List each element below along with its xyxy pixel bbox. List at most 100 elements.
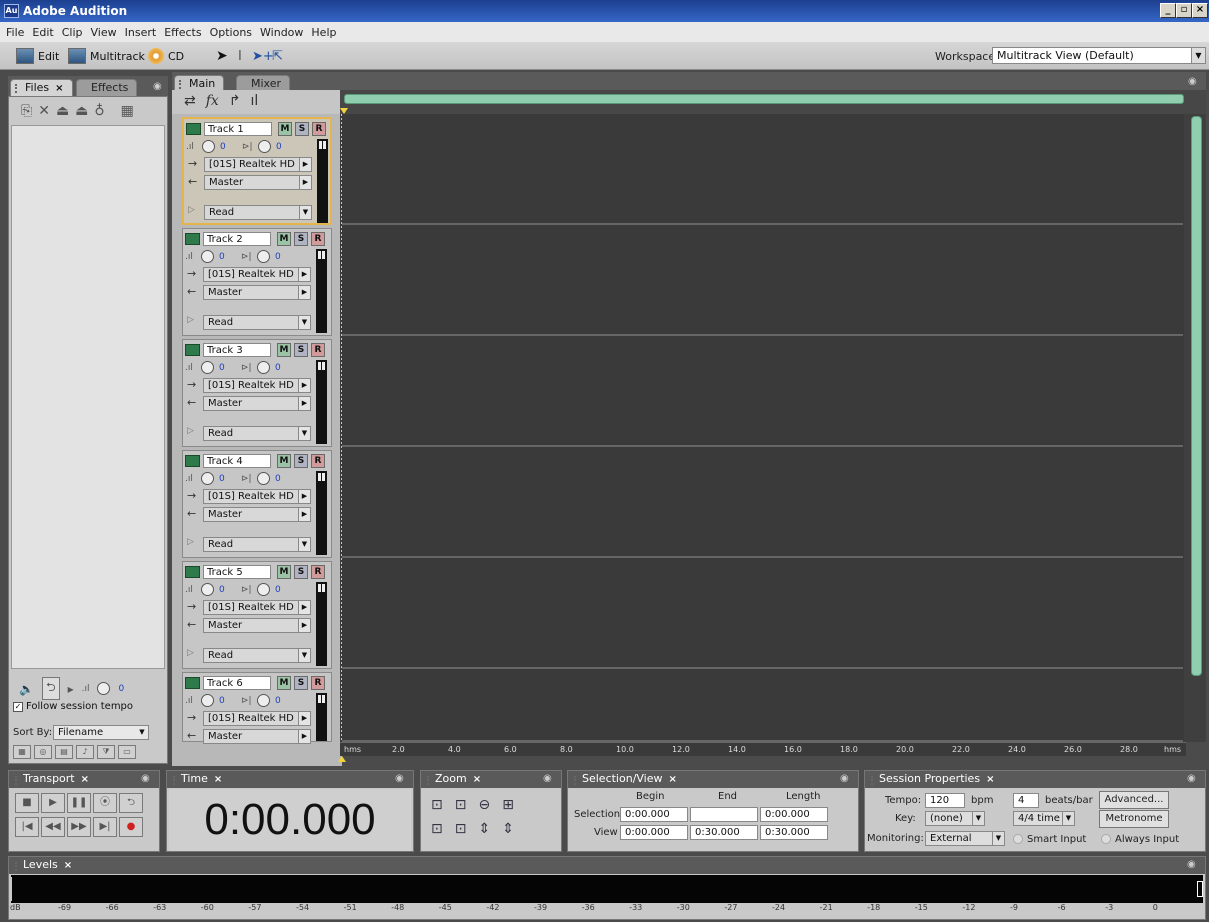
speaker-icon[interactable]: 🔈 [19,682,34,696]
pan-value[interactable]: 0 [276,142,282,152]
timeline-ruler[interactable]: hms hms 2.0 4.0 6.0 8.0 10.0 12.0 14.0 16.0 18.0… [340,742,1186,756]
volume-knob[interactable] [201,361,214,374]
time-selection-tool-button[interactable]: I [238,46,242,66]
menu-clip[interactable]: Clip [62,26,83,39]
record-arm-button[interactable]: R [311,343,325,357]
file-list[interactable] [11,125,165,669]
edit-file-icon[interactable]: ♁ [94,103,104,119]
track-lane[interactable] [342,339,1183,447]
close-icon[interactable]: × [81,774,89,785]
solo-button[interactable]: S [294,232,308,246]
panel-menu-icon[interactable]: ◉ [141,773,150,784]
tab-session-properties[interactable]: Session Properties × [867,772,994,788]
panel-menu-icon[interactable]: ◉ [153,81,162,92]
track-lane[interactable] [342,672,1183,742]
record-arm-button[interactable]: R [311,676,325,690]
rewind-button[interactable]: ◀◀ [41,817,65,837]
close-button[interactable]: × [1192,3,1208,18]
zoom-in-horizontal-icon[interactable]: ⊡ [431,797,443,813]
pan-knob[interactable] [257,250,270,263]
pan-knob[interactable] [257,472,270,485]
overview-range-bar[interactable] [344,94,1184,104]
filter-options-icon[interactable]: ⧩ [97,745,115,759]
play-icon[interactable]: ▸ [68,682,74,696]
record-button[interactable]: ● [119,817,143,837]
track-lane[interactable] [342,561,1183,669]
track-lane[interactable] [342,450,1183,558]
expand-arrow-icon[interactable]: ▷ [187,537,194,547]
always-input-radio[interactable] [1101,834,1111,844]
time-display[interactable]: 0:00.000 [169,789,411,851]
eq-icon[interactable]: ıl [251,93,259,109]
tab-files[interactable]: Files × [10,79,73,96]
input-select[interactable]: [01S] Realtek HD ▶ [203,489,311,504]
zoom-right-edge-icon[interactable]: ⊡ [455,821,467,837]
panel-menu-icon[interactable]: ◉ [840,773,849,784]
pan-knob[interactable] [258,140,271,153]
output-select[interactable]: Master ▶ [203,507,311,522]
import-file-icon[interactable]: ⎘ [21,103,32,119]
insert-cd-icon[interactable]: ⏏ [75,103,88,119]
close-icon[interactable]: × [986,774,994,785]
mute-button[interactable]: M [277,343,291,357]
view-length-field[interactable]: 0:30.000 [760,825,828,840]
zoom-out-horizontal-icon[interactable]: ⊡ [455,797,467,813]
pan-value[interactable]: 0 [275,585,281,595]
metronome-button[interactable]: Metronome [1099,810,1169,828]
volume-knob[interactable] [201,583,214,596]
pause-button[interactable]: ❚❚ [67,793,91,813]
tab-zoom[interactable]: Zoom × [423,772,481,788]
panel-menu-icon[interactable]: ◉ [1187,859,1196,870]
volume-value[interactable]: 0 [219,474,225,484]
fast-forward-button[interactable]: ▶▶ [67,817,91,837]
close-icon[interactable]: × [214,774,222,785]
input-select[interactable]: [01S] Realtek HD ▶ [203,711,311,726]
pan-knob[interactable] [257,583,270,596]
track-header[interactable]: Track 1 M S R .ıl 0 ⊳| 0 → [01S] Realtek HD ▶ ← Mast… [182,117,332,225]
move-tool-button[interactable]: ➤ [216,46,228,66]
time-signature-select[interactable]: 4/4 time ▼ [1013,811,1075,826]
loop-button[interactable]: ⮌ [119,793,143,813]
zoom-left-edge-icon[interactable]: ⊡ [431,821,443,837]
close-file-icon[interactable]: ✕ [38,103,50,119]
minimize-button[interactable]: _ [1160,3,1176,18]
zoom-selection-icon[interactable]: ⊞ [502,797,514,813]
mute-button[interactable]: M [277,232,291,246]
track-header[interactable]: Track 3 M S R .ıl 0 ⊳| 0 → [01S] Realtek HD ▶ ← Mast… [182,339,332,447]
cd-view-button[interactable]: CD [148,46,184,66]
solo-button[interactable]: S [294,343,308,357]
tab-effects[interactable]: Effects [76,79,138,96]
effects-icon[interactable]: fx [206,93,219,109]
zoom-out-full-icon[interactable]: ⊖ [478,797,490,813]
playhead-bottom-marker-icon[interactable] [338,756,346,762]
output-select[interactable]: Master ▶ [203,618,311,633]
selection-begin-field[interactable]: 0:00.000 [620,807,688,822]
close-icon[interactable]: × [64,860,72,871]
output-select[interactable]: Master ▶ [203,285,311,300]
panel-menu-icon[interactable]: ◉ [543,773,552,784]
input-select[interactable]: [01S] Realtek HD ▶ [203,267,311,282]
pan-value[interactable]: 0 [275,474,281,484]
automation-mode-select[interactable]: Read ▼ [204,205,312,220]
hybrid-tool-button[interactable]: ⇱ [272,46,283,66]
filter-multitrack-icon[interactable]: ▦ [13,745,31,759]
tab-transport[interactable]: Transport × [11,772,89,788]
record-arm-button[interactable]: R [311,232,325,246]
filter-cd-icon[interactable]: ▭ [118,745,136,759]
follow-tempo-checkbox[interactable]: ✓ [13,701,23,712]
panel-menu-icon[interactable]: ◉ [1187,773,1196,784]
track-lane[interactable] [342,117,1183,225]
track-name-field[interactable]: Track 2 [203,232,271,246]
mute-button[interactable]: M [277,676,291,690]
automation-mode-select[interactable]: Read ▼ [203,648,311,663]
insert-multitrack-icon[interactable]: ⏏ [56,103,69,119]
volume-knob[interactable] [202,140,215,153]
pan-knob[interactable] [257,694,270,707]
menu-effects[interactable]: Effects [164,26,201,39]
mute-button[interactable]: M [277,454,291,468]
filter-loop-icon[interactable]: ◎ [34,745,52,759]
inputs-outputs-icon[interactable]: ⇄ [184,93,196,109]
mute-button[interactable]: M [278,122,292,136]
volume-knob[interactable] [97,682,111,695]
panel-menu-icon[interactable]: ◉ [395,773,404,784]
